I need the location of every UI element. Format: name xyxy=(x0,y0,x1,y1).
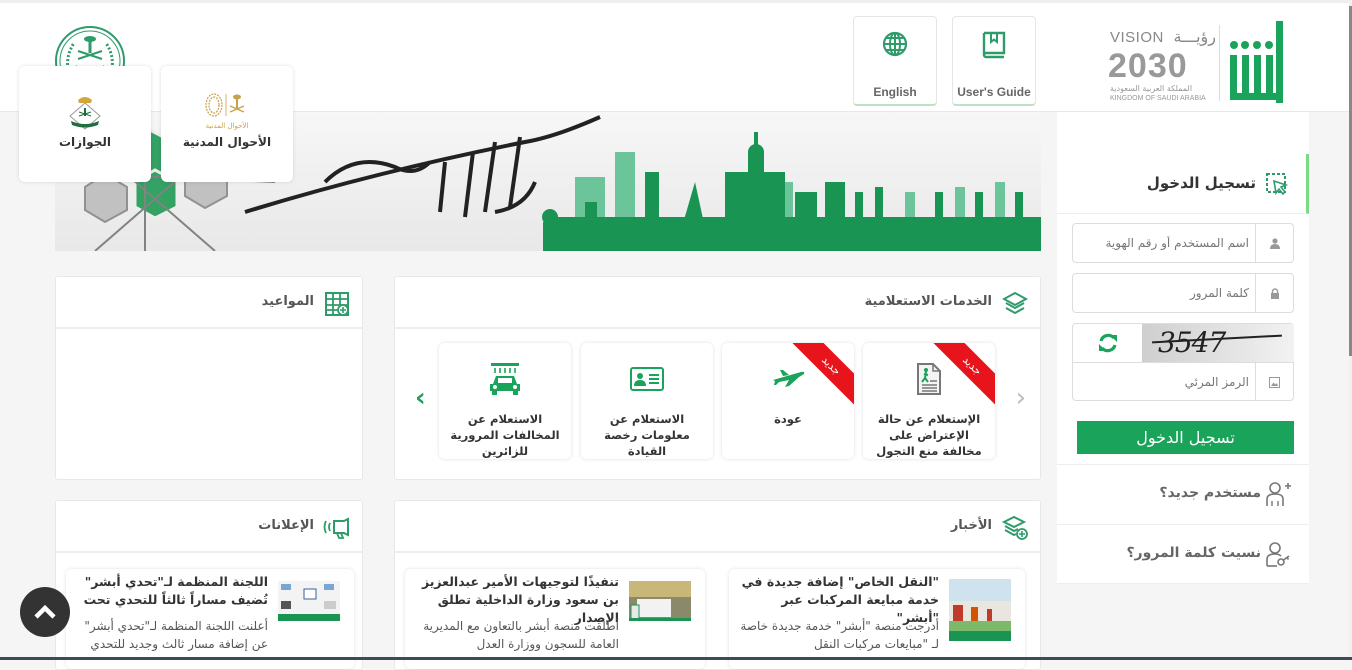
service-label: الإستعلام عن حالة الإعتراض على مخالفة من… xyxy=(876,412,982,458)
captcha-field: 3547 xyxy=(1072,323,1294,401)
news-thumbnail-vehicles xyxy=(949,579,1011,641)
announcement-item[interactable]: اللجنة المنظمة لـ"تحدي أبشر" تُضيف مسارا… xyxy=(66,569,354,669)
news-description: أدرجت منصة "أبشر" خدمة جديدة خاصة لـ "مب… xyxy=(740,619,939,651)
airplane-icon xyxy=(773,370,805,387)
inquiry-services-title: الخدمات الاستعلامية xyxy=(864,294,992,309)
news-layers-add-icon xyxy=(1001,515,1028,540)
username-field xyxy=(1072,223,1294,263)
news-thumbnail-platform xyxy=(629,581,691,621)
password-field xyxy=(1072,273,1294,313)
english-language-button[interactable]: English xyxy=(853,16,937,106)
announcement-description: أعلنت اللجنة المنظمة لـ"تحدي أبشر" عن إض… xyxy=(84,619,268,651)
globe-icon xyxy=(882,31,908,57)
user-key-icon xyxy=(1266,542,1290,567)
layers-icon xyxy=(1001,291,1029,315)
password-input[interactable] xyxy=(1079,282,1249,304)
book-icon xyxy=(982,31,1006,59)
document-person-icon xyxy=(917,363,941,395)
captcha-refresh-button[interactable] xyxy=(1073,324,1142,363)
vision-label-ar: رؤيـــة xyxy=(1173,27,1216,46)
news-header: الأخبار xyxy=(395,501,1040,553)
appointment-card-civil-affairs[interactable]: الأحوال المدنية الأحوال المدنية xyxy=(161,66,293,182)
appointment-label: الجوازات xyxy=(59,135,111,149)
login-submit-button[interactable]: تسجيل الدخول xyxy=(1077,421,1294,454)
add-user-icon xyxy=(1266,482,1291,506)
service-label: عودة xyxy=(774,412,802,426)
service-card-return[interactable]: جديد عودة xyxy=(722,343,854,459)
news-description: أطلقت منصة أبشر بالتعاون مع المديرية الع… xyxy=(423,619,619,651)
new-user-link[interactable]: مستخدم جديد؟ xyxy=(1057,464,1309,524)
vision-label: VISION xyxy=(1110,29,1164,46)
carousel-next-right-arrow[interactable]: › xyxy=(1016,383,1026,413)
logo-divider xyxy=(1219,25,1220,101)
users-guide-label: User's Guide xyxy=(957,85,1031,99)
inquiry-services-header: الخدمات الاستعلامية xyxy=(395,277,1040,329)
login-header: تسجيل الدخول xyxy=(1057,154,1309,214)
civil-affairs-logo-text: الأحوال المدنية xyxy=(206,121,249,130)
id-card-icon xyxy=(630,367,664,391)
announcements-panel: الإعلانات اللجنة المنظمة لـ"تحدي أبشر" ت… xyxy=(55,500,363,670)
carousel-prev-left-arrow[interactable]: ‹ xyxy=(415,383,426,413)
vision-country-ar: المملكة العربية السعودية xyxy=(1110,84,1193,93)
service-card-license-info[interactable]: الاستعلام عن معلومات رخصة القيادة xyxy=(581,343,713,459)
service-card-curfew-objection[interactable]: جديد الإستعلام عن حالة الإعتراض على مخال… xyxy=(863,343,995,459)
news-item[interactable]: "النقل الخاص" إضافة جديدة في خدمة مبايعة… xyxy=(729,569,1025,669)
megaphone-icon xyxy=(323,517,349,539)
appointments-title: المواعيد xyxy=(261,294,314,309)
forgot-password-link[interactable]: نسيت كلمة المرور؟ xyxy=(1057,524,1309,584)
service-label: الاستعلام عن المخالفات المرورية للزائرين xyxy=(450,412,560,458)
chevron-up-icon xyxy=(34,604,56,619)
announcements-title: الإعلانات xyxy=(258,518,314,533)
service-card-visitor-violations[interactable]: الاستعلام عن المخالفات المرورية للزائرين xyxy=(439,343,571,459)
vision-2030-logo: VISION رؤيـــة 2030 المملكة العربية السع… xyxy=(1108,27,1218,105)
calligraphy xyxy=(244,115,601,218)
user-icon xyxy=(1255,224,1293,262)
car-wash-icon xyxy=(490,363,520,395)
vision-country-en: KINGDOM OF SAUDI ARABIA xyxy=(1110,95,1206,102)
appointments-panel: المواعيد xyxy=(55,276,363,480)
users-guide-button[interactable]: User's Guide xyxy=(952,16,1036,106)
english-label: English xyxy=(873,85,917,99)
passports-logo xyxy=(69,97,101,130)
image-icon xyxy=(1255,363,1293,401)
civil-affairs-logo: الأحوال المدنية xyxy=(205,93,249,130)
captcha-input[interactable] xyxy=(1079,371,1249,393)
appointment-card-passports[interactable]: الجوازات xyxy=(19,66,151,182)
announcement-thumbnail xyxy=(278,581,340,621)
refresh-icon xyxy=(1098,333,1117,353)
news-item[interactable]: تنفيذًا لتوجيهات الأمير عبدالعزيز بن سعو… xyxy=(405,569,705,669)
service-label: الاستعلام عن معلومات رخصة القيادة xyxy=(604,412,690,458)
inquiry-services-panel: الخدمات الاستعلامية › جديد الإستعلام عن … xyxy=(394,276,1041,480)
captcha-image: 3547 xyxy=(1142,324,1294,363)
calendar-add-icon xyxy=(325,292,349,316)
appointments-header: المواعيد xyxy=(56,277,362,329)
lock-icon xyxy=(1255,274,1293,312)
announcements-header: الإعلانات xyxy=(56,501,362,553)
vision-year: 2030 xyxy=(1108,47,1188,85)
forgot-password-label: نسيت كلمة المرور؟ xyxy=(1126,545,1261,561)
appointment-label: الأحوال المدنية xyxy=(182,135,272,149)
scroll-to-top-button[interactable] xyxy=(20,587,70,637)
cursor-select-icon xyxy=(1266,173,1289,196)
news-title: الأخبار xyxy=(950,518,992,533)
absher-logo[interactable] xyxy=(1228,19,1288,105)
news-panel: الأخبار "النقل الخاص" إضافة جديدة في خدم… xyxy=(394,500,1041,670)
city-skyline xyxy=(542,132,1041,251)
announcement-title: اللجنة المنظمة لـ"تحدي أبشر" تُضيف مسارا… xyxy=(83,574,268,607)
username-input[interactable] xyxy=(1079,232,1249,254)
login-title: تسجيل الدخول xyxy=(1146,174,1256,192)
login-panel: تسجيل الدخول 3547 xyxy=(1057,112,1309,584)
new-user-label: مستخدم جديد؟ xyxy=(1159,485,1261,501)
